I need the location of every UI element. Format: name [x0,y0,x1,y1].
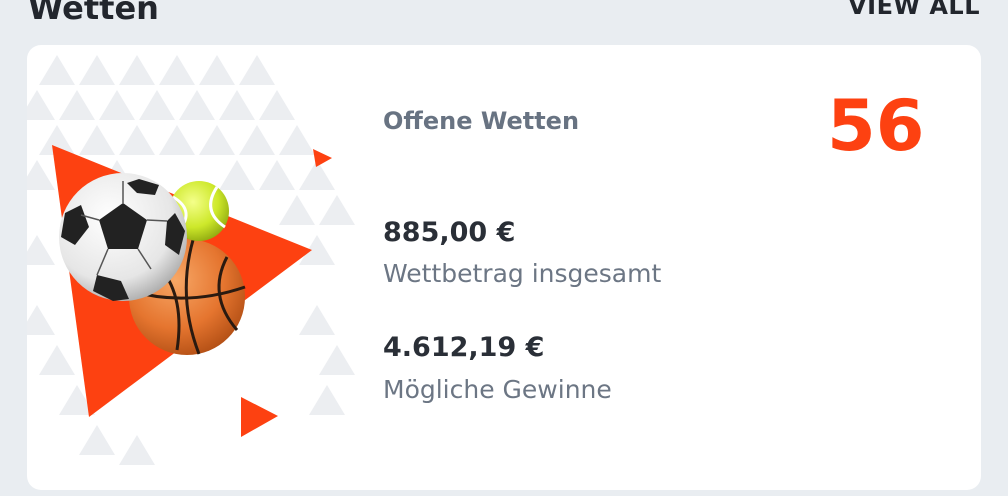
view-all-link[interactable]: VIEW ALL [848,0,980,24]
soccer-ball-icon [59,173,187,301]
sports-balls-illustration [27,55,355,465]
bets-summary-card[interactable]: Offene Wetten 56 885,00 € Wettbetrag ins… [27,45,981,490]
total-stake-label: Wettbetrag insgesamt [383,259,662,288]
section-title: Wetten [28,0,159,27]
open-bets-label: Offene Wetten [383,107,580,135]
total-stake-value: 885,00 € [383,217,516,248]
possible-winnings-value: 4.612,19 € [383,332,545,363]
small-triangle-icon [241,397,278,437]
small-triangle-icon [313,149,332,167]
possible-winnings-label: Mögliche Gewinne [383,375,612,404]
open-bets-count: 56 [827,85,925,167]
